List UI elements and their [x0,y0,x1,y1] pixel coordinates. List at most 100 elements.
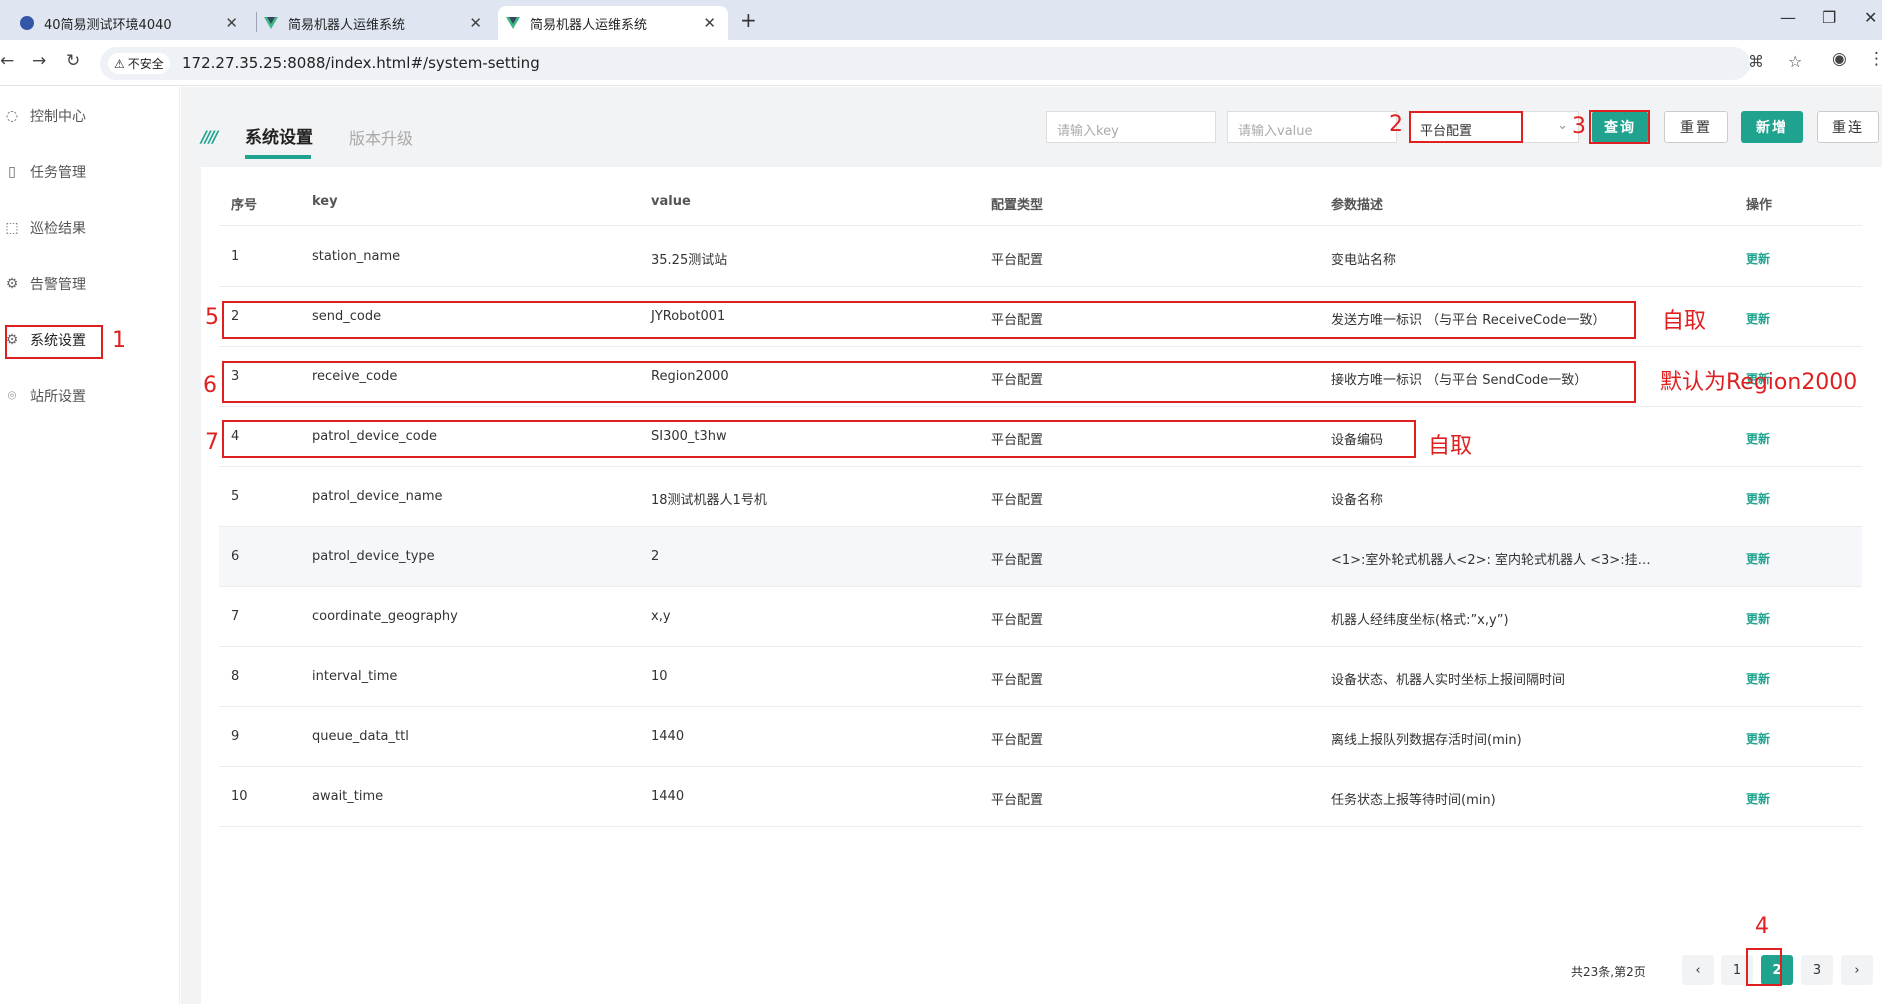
minimize-icon[interactable]: — [1780,8,1796,27]
close-icon[interactable]: ✕ [225,14,238,32]
col-header-index: 序号 [231,198,258,213]
update-link[interactable]: 更新 [1746,730,1770,747]
browser-tab-3-active[interactable]: 简易机器人运维系统 ✕ [498,6,728,40]
vue-logo-icon [506,17,520,29]
cell-value: 10 [651,669,668,684]
annotation-number-1: 1 [112,328,126,353]
dashboard-icon: ◌ [5,108,19,124]
key-search-input[interactable]: 请输入key [1046,111,1216,143]
restore-icon[interactable]: ❐ [1822,8,1836,27]
bookmark-star-icon[interactable]: ☆ [1788,52,1802,71]
active-tab-underline [245,155,311,159]
annotation-box-page-2 [1746,948,1782,986]
update-link[interactable]: 更新 [1746,550,1770,567]
annotation-default-region: 默认为Region2000 [1660,370,1858,395]
update-link[interactable]: 更新 [1746,790,1770,807]
update-link[interactable]: 更新 [1746,610,1770,627]
sidebar-item-alarm-management[interactable]: ⚙ 告警管理 [0,264,180,304]
pagination-summary: 共23条,第2页 [1571,965,1646,979]
browser-tab-title: 40简易测试环境4040 [44,17,172,33]
update-link[interactable]: 更新 [1746,430,1770,447]
update-link[interactable]: 更新 [1746,490,1770,507]
annotation-number-2: 2 [1389,112,1403,137]
sidebar-item-label: 控制中心 [30,109,86,125]
cell-description: 设备状态、机器人实时坐标上报间隔时间 [1331,673,1566,688]
cell-value: x,y [651,609,671,624]
reset-button[interactable]: 重置 [1664,111,1728,143]
back-icon[interactable]: ← [0,51,14,71]
annotation-self-take-1: 自取 [1662,309,1707,334]
tab-system-settings[interactable]: 系统设置 [245,123,313,148]
col-header-key: key [312,194,338,209]
menu-kebab-icon[interactable]: ⋮ [1868,49,1882,69]
add-button[interactable]: 新增 [1741,111,1803,143]
cell-index: 10 [231,789,248,804]
site-favicon-icon [20,16,34,30]
cell-value: 18测试机器人1号机 [651,493,767,508]
annotation-self-take-2: 自取 [1428,434,1473,459]
translate-icon[interactable]: ⌘ [1748,52,1764,71]
window-close-icon[interactable]: ✕ [1864,8,1877,27]
sidebar-item-label: 告警管理 [30,277,86,293]
sidebar-item-label: 站所设置 [30,389,86,405]
col-header-value: value [651,194,691,209]
close-icon[interactable]: ✕ [469,14,482,32]
reconnect-button[interactable]: 重连 [1817,111,1879,143]
prev-page-chevron-icon[interactable]: ‹ [1682,955,1714,985]
forward-icon[interactable]: → [32,51,46,71]
col-header-description: 参数描述 [1331,198,1384,213]
annotation-number-5: 5 [205,305,219,330]
security-chip[interactable]: ⚠ 不安全 [108,53,170,74]
cell-key: queue_data_ttl [312,729,409,744]
settings-table-card: 序号 key value 配置类型 参数描述 操作 1 station_name 3… [201,167,1882,1004]
sidebar-item-inspection-results[interactable]: ⬚ 巡检结果 [0,208,180,248]
cell-config-type: 平台配置 [991,493,1044,508]
annotation-box-send-code [222,301,1636,339]
cell-index: 9 [231,729,240,744]
cell-config-type: 平台配置 [991,673,1044,688]
annotation-box-device-code [222,420,1416,458]
location-icon: ⌾ [7,388,17,404]
tab-version-upgrade[interactable]: 版本升级 [349,125,413,149]
close-icon[interactable]: ✕ [703,14,716,32]
security-label: 不安全 [127,57,164,71]
cell-value: 35.25测试站 [651,253,728,268]
sidebar-item-task-management[interactable]: ▯ 任务管理 [0,152,180,192]
page-3-button[interactable]: 3 [1801,955,1833,985]
sidebar-item-station-settings[interactable]: ⌾ 站所设置 [0,376,180,416]
value-search-input[interactable]: 请输入value [1227,111,1397,143]
update-link[interactable]: 更新 [1746,670,1770,687]
tab-divider [256,12,257,32]
profile-icon[interactable]: ◉ [1832,49,1847,69]
cell-description: 离线上报队列数据存活时间(min) [1331,733,1522,748]
update-link[interactable]: 更新 [1746,250,1770,267]
annotation-box-type-select [1409,111,1523,143]
browser-tab-1[interactable]: 40简易测试环境4040 ✕ [20,6,250,40]
new-tab-button[interactable]: + [740,8,757,32]
task-icon: ▯ [8,164,16,180]
vue-logo-icon [264,17,278,29]
browser-tab-title: 简易机器人运维系统 [530,17,648,33]
cell-index: 6 [231,549,240,564]
main-content: //// 系统设置 版本升级 请输入key 请输入value 平台配置 ⌄ 查询… [181,87,1882,1004]
cell-config-type: 平台配置 [991,793,1044,808]
url-text: 172.27.35.25:8088/index.html#/system-set… [182,54,540,72]
next-page-chevron-icon[interactable]: › [1841,955,1873,985]
cell-value: 1440 [651,729,685,744]
cell-description: 机器人经纬度坐标(格式:”x,y”) [1331,613,1509,628]
table-row: 6 patrol_device_type 2 平台配置 <1>:室外轮式机器人<2>: … [219,527,1862,587]
browser-tab-2[interactable]: 简易机器人运维系统 ✕ [264,6,494,40]
annotation-box-receive-code [222,361,1636,403]
table-row: 10 await_time 1440 平台配置 任务状态上报等待时间(min) 更新 [219,767,1862,827]
cell-value: 1440 [651,789,685,804]
address-bar-row: ← → ↻ ⚠ 不安全 172.27.35.25:8088/index.html… [0,40,1882,86]
reload-icon[interactable]: ↻ [66,51,80,71]
sidebar-item-control-center[interactable]: ◌ 控制中心 [0,96,180,136]
col-header-actions: 操作 [1746,198,1773,213]
update-link[interactable]: 更新 [1746,310,1770,327]
chip-icon: ⬚ [5,220,19,236]
url-field[interactable]: ⚠ 不安全 172.27.35.25:8088/index.html#/syst… [100,47,1802,80]
cell-description: 设备名称 [1331,493,1384,508]
cell-key: coordinate_geography [312,609,458,624]
cell-key: interval_time [312,669,398,684]
